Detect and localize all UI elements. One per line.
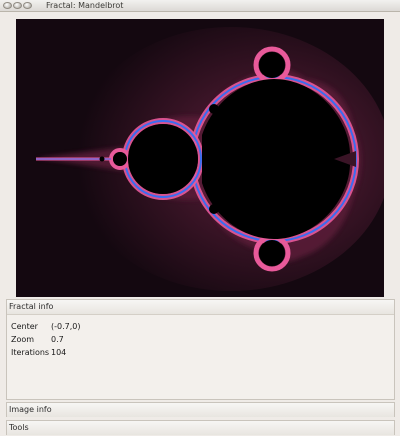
bottom-bulb xyxy=(259,240,285,266)
minibrot xyxy=(99,156,105,162)
iterations-label: Iterations xyxy=(11,348,50,357)
fractal-info-grid: Center (-0.7,0) Zoom 0.7 Iterations 104 xyxy=(11,322,80,357)
bulb-2 xyxy=(209,204,219,214)
image-info-panel: Image info xyxy=(6,402,395,417)
image-info-header[interactable]: Image info xyxy=(7,403,394,417)
fractal-canvas[interactable] xyxy=(16,19,384,297)
tools-header[interactable]: Tools xyxy=(7,421,394,435)
center-label: Center xyxy=(11,322,38,331)
mandelbrot-image xyxy=(16,19,384,297)
center-value: (-0.7,0) xyxy=(51,322,81,331)
period-2-bulb xyxy=(128,124,198,194)
tools-panel: Tools xyxy=(6,420,395,435)
period-4-bulb xyxy=(113,152,127,166)
close-window-button[interactable] xyxy=(3,2,12,9)
window-title: Fractal: Mandelbrot xyxy=(46,1,124,10)
bulb-4 xyxy=(321,204,331,214)
title-bar: Fractal: Mandelbrot xyxy=(0,0,400,12)
fractal-info-header[interactable]: Fractal info xyxy=(7,300,394,315)
maximize-window-button[interactable] xyxy=(23,2,32,9)
zoom-label: Zoom xyxy=(11,335,35,344)
fractal-info-panel: Fractal info Center (-0.7,0) Zoom 0.7 It… xyxy=(6,299,395,400)
iterations-value: 104 xyxy=(51,348,67,357)
top-bulb xyxy=(259,52,285,78)
minimize-window-button[interactable] xyxy=(13,2,22,9)
zoom-value: 0.7 xyxy=(51,335,64,344)
bulb-1 xyxy=(209,104,219,114)
bulb-3 xyxy=(321,104,331,114)
app-window: Fractal: Mandelbrot Fractal info Center … xyxy=(0,0,400,436)
